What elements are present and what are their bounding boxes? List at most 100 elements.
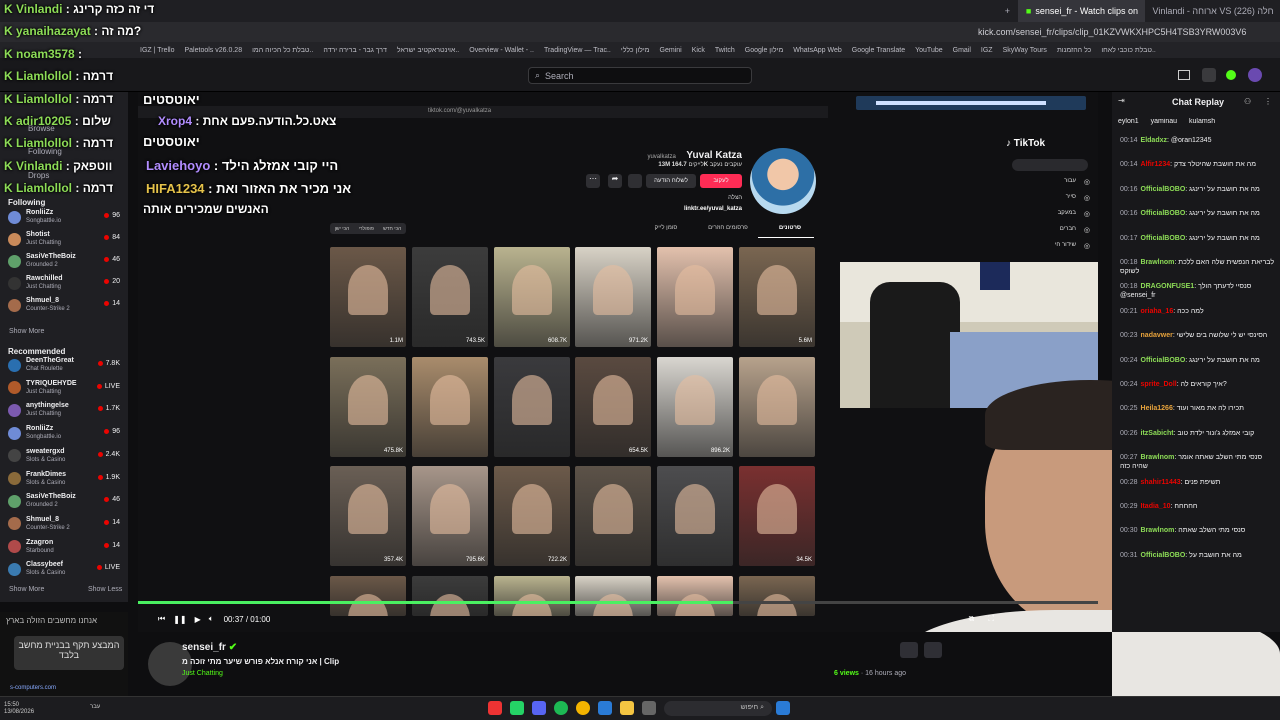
tiktok-tab[interactable]: פרסומים חוזרים [700,225,756,231]
status-icon[interactable] [1226,70,1236,80]
profile-avatar[interactable] [750,148,816,214]
tiktok-nav-item[interactable]: סייר ◎ [1018,194,1098,210]
chat-username[interactable]: Heila1266 [1141,405,1173,412]
video-thumbnail[interactable]: 357.4K [330,466,406,566]
video-thumbnail[interactable]: 795.6K [412,466,488,566]
chat-username[interactable]: Alfir1234 [1141,161,1171,168]
chat-username[interactable]: Brawlnom [1141,527,1175,534]
bookmark-item[interactable]: IGZ [981,47,993,54]
app-icon[interactable] [642,701,656,715]
tiktok-nav-item[interactable]: במעקב ◎ [1018,210,1098,226]
url-field[interactable]: kick.com/sensei_fr/clips/clip_01KZVWKXHP… [978,27,1246,37]
play-pause-icon[interactable]: ❚❚ [173,615,186,624]
chat-username[interactable]: sprite_Doll [1141,381,1177,388]
sidebar-channel[interactable]: Rawchilled Just Chatting 20 [8,274,122,292]
video-thumbnail[interactable]: 5.6M [739,247,815,347]
video-thumbnail[interactable]: 722.2K [494,466,570,566]
bookmark-item[interactable]: טבלת כוכבי לאחו.. [1101,47,1156,54]
browser-tab-kick[interactable]: ■ sensei_fr - Watch clips on [1017,0,1145,22]
bookmark-item[interactable]: Paletools v26.0.28 [185,47,243,54]
bookmark-item[interactable]: טבלת כל הכיוה המו.. [252,47,313,54]
tiktok-sort-tab[interactable]: הכי חדש [383,226,401,232]
video-thumbnail[interactable] [575,466,651,566]
show-more-recommended[interactable]: Show More [9,586,44,593]
chrome-icon[interactable] [576,701,590,715]
sidebar-channel[interactable]: FrankDimes Slots & Casino 1.9K [8,470,122,488]
tiktok-tab[interactable]: סרטונים [762,225,818,231]
follow-button[interactable]: לעקוב [700,174,742,188]
collapse-chat-icon[interactable]: ⇥ [1118,96,1125,105]
tiktok-nav-item[interactable]: שידור חי ◎ [1018,242,1098,258]
bookmark-item[interactable]: Gemini [660,47,682,54]
sidebar-channel[interactable]: Shmuel_8 Counter-Strike 2 14 [8,296,122,314]
folder-icon[interactable] [620,701,634,715]
tiktok-sort-tab[interactable]: פופולרי [359,226,374,232]
sidebar-channel[interactable]: Shotist Just Chatting 84 [8,230,122,248]
spotify-icon[interactable] [554,701,568,715]
video-thumbnail[interactable]: 896.2K [657,357,733,457]
layout-icon[interactable] [1202,68,1216,82]
bookmark-item[interactable]: Gmail [953,47,971,54]
bookmark-item[interactable]: Overview - Wallet - .. [469,47,534,54]
sidebar-channel[interactable]: anythingelse Just Chatting 1.7K [8,401,122,419]
chat-username[interactable]: OfficialBOBO [1141,210,1186,217]
video-thumbnail[interactable]: 475.8K [330,357,406,457]
volume-icon[interactable]: 🔈︎ [209,614,214,624]
video-thumbnail[interactable]: 743.5K [412,247,488,347]
new-tab-button[interactable]: + [997,0,1018,22]
bookmark-item[interactable]: מילון כללי [621,47,650,54]
profile-link[interactable]: linktr.ee/yuval_katza [638,206,742,212]
video-thumbnail[interactable] [412,357,488,457]
chat-username[interactable]: Brawlnom [1141,259,1175,266]
show-less-recommended[interactable]: Show Less [88,586,122,593]
chat-username[interactable]: OfficialBOBO [1141,552,1186,559]
app-icon[interactable] [488,701,502,715]
bookmark-item[interactable]: Twitch [715,47,735,54]
video-thumbnail[interactable]: 608.7K [494,247,570,347]
taskbar-search[interactable]: חיפוש ⌕ [664,701,772,716]
video-thumbnail[interactable]: 971.2K [575,247,651,347]
bookmark-item[interactable]: כל ההזמנות [1057,47,1091,54]
chat-username[interactable]: oriaha_16 [1141,308,1174,315]
bookmark-item[interactable]: אוינטראקטיב ישראל.. [397,47,459,54]
tiktok-search[interactable] [1012,159,1088,171]
sidebar-channel[interactable]: SasiVeTheBoiz Grounded 2 46 [8,492,122,510]
sidebar-channel[interactable]: RonliiZz Songbattle.io 96 [8,424,122,442]
video-thumbnail[interactable] [494,357,570,457]
bookmark-item[interactable]: SkyWay Tours [1003,47,1047,54]
tiktok-nav-item[interactable]: עבור ◎ [1018,178,1098,194]
clip-icon[interactable]: ⧉ [969,614,975,624]
share-button[interactable] [900,642,918,658]
sidebar-channel[interactable]: SasiVeTheBoiz Grounded 2 46 [8,252,122,270]
bookmark-item[interactable]: Kick [692,47,705,54]
search-input[interactable]: ⌕ Search [528,67,752,84]
message-button[interactable]: לשלוח הודעה [646,174,696,188]
video-thumbnail[interactable]: 34.5K [739,466,815,566]
fullscreen-icon[interactable]: ⛶ [988,614,994,624]
whatsapp-icon[interactable] [510,701,524,715]
show-more-following[interactable]: Show More [9,328,44,335]
sidebar-channel[interactable]: DeenTheGreat Chat Roulette 7.8K [8,356,122,374]
bookmark-item[interactable]: WhatsApp Web [793,47,842,54]
tiktok-sort-tab[interactable]: הכי ישן [335,226,350,232]
bookmark-item[interactable]: IGZ | Trello [140,47,175,54]
more-icon[interactable]: ⋯ [586,174,600,188]
bookmark-item[interactable]: YouTube [915,47,943,54]
chat-username[interactable]: OfficialBOBO [1141,357,1186,364]
chat-username[interactable]: OfficialBOBO [1141,186,1186,193]
browser-tab-other[interactable]: Vinlandi - ארוחה VS חלה (226) [1145,0,1280,22]
video-thumbnail[interactable] [739,357,815,457]
discord-icon[interactable] [532,701,546,715]
chat-username[interactable]: Itadia_10 [1141,503,1171,510]
chat-username[interactable]: Eldadxz [1141,137,1167,144]
bookmark-item[interactable]: דרך גבר - ברירה ירדה [323,47,387,54]
chat-username[interactable]: itzSabicht [1141,430,1174,437]
channel-name[interactable]: sensei_fr ✔ [182,642,237,653]
video-thumbnail[interactable]: 1.1M [330,247,406,347]
sidebar-channel[interactable]: Shmuel_8 Counter-Strike 2 14 [8,515,122,533]
app-icon[interactable] [598,701,612,715]
clip-category[interactable]: Just Chatting [182,670,223,677]
share-icon[interactable]: ➦ [608,174,622,188]
forward-icon[interactable]: ▶ [195,615,201,624]
sidebar-channel[interactable]: TYRIQUEHYDE Just Chatting LIVE [8,379,122,397]
